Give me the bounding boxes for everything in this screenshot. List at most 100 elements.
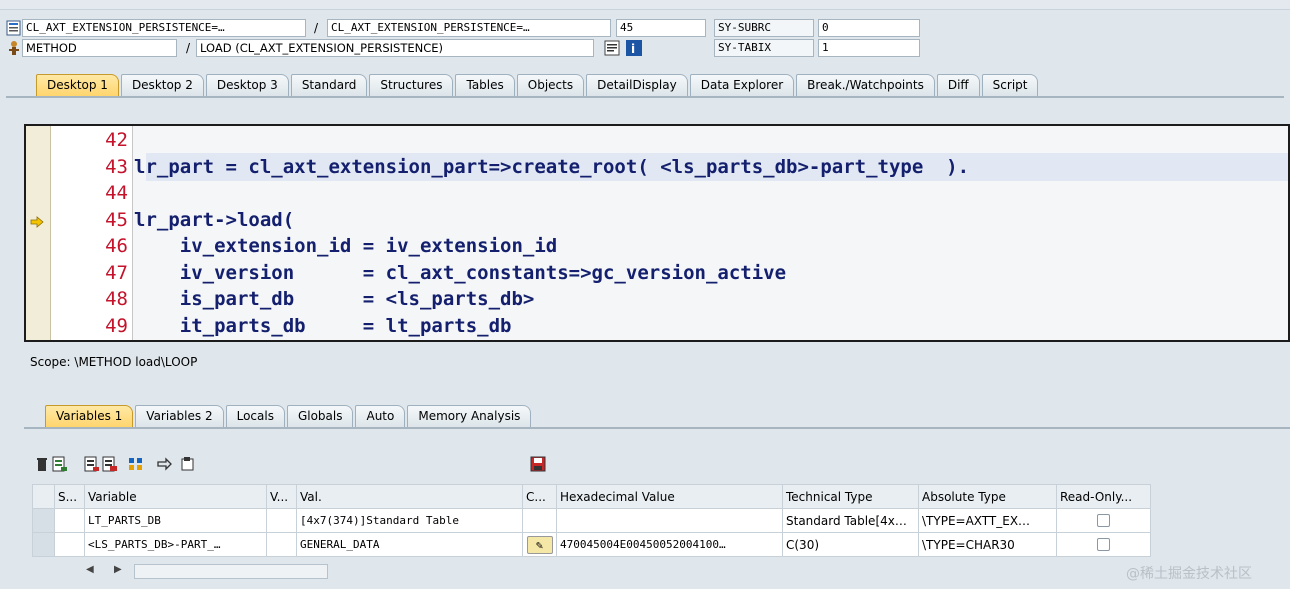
code-line[interactable]: iv_version = cl_axt_constants=>gc_versio… (134, 262, 786, 284)
column-header[interactable]: Read-Only... (1056, 484, 1151, 509)
column-header[interactable]: V... (266, 484, 297, 509)
tab-desktop-3[interactable]: Desktop 3 (205, 74, 289, 96)
line-number: 43 (105, 155, 128, 178)
code-line[interactable]: is_part_db = <ls_parts_db> (134, 288, 535, 310)
program-field[interactable]: CL_AXT_EXTENSION_PERSISTENCE=… (22, 19, 306, 37)
line-number-field[interactable]: 45 (616, 19, 706, 37)
variable-cell[interactable]: <LS_PARTS_DB>-PART_… (84, 532, 267, 557)
code-line[interactable]: lr_part->load( (134, 209, 294, 231)
include-field[interactable]: CL_AXT_EXTENSION_PERSISTENCE=… (327, 19, 611, 37)
tab-divider (24, 427, 1290, 429)
tab-diff[interactable]: Diff (936, 74, 980, 96)
code-line[interactable]: it_dtl_db = lt_dtl_db (134, 341, 489, 342)
tab-desktop-1[interactable]: Desktop 1 (36, 74, 119, 96)
table-row[interactable]: LT_PARTS_DB [4x7(374)]Standard Table Sta… (32, 508, 1151, 533)
event-type-field[interactable]: METHOD (22, 39, 177, 57)
pencil-icon[interactable]: ✎ (526, 535, 553, 554)
source-code-editor[interactable]: 42 43 lr_part = cl_axt_extension_part=>cre… (24, 124, 1290, 342)
change-cell: ✎ (522, 532, 557, 557)
tab-break-watchpoints[interactable]: Break./Watchpoints (796, 74, 935, 96)
code-line[interactable]: lr_part = cl_axt_extension_part=>create_… (134, 156, 969, 178)
event-field[interactable]: LOAD (CL_AXT_EXTENSION_PERSISTENCE) (196, 39, 594, 57)
column-header[interactable]: Hexadecimal Value (556, 484, 783, 509)
method-icon (9, 41, 19, 55)
tab-tables[interactable]: Tables (455, 74, 515, 96)
line-number: 46 (105, 235, 128, 257)
tab-data-explorer[interactable]: Data Explorer (689, 74, 795, 96)
line-number: 45 (105, 208, 128, 231)
tab-detaildisplay[interactable]: DetailDisplay (586, 74, 688, 96)
tab-locals[interactable]: Locals (225, 405, 285, 427)
read-only-cell (1056, 532, 1151, 557)
line-number: 47 (105, 261, 128, 284)
code-line[interactable]: it_parts_db = lt_parts_db (134, 315, 512, 337)
row-selector[interactable] (32, 532, 55, 557)
column-header[interactable]: Absolute Type (918, 484, 1057, 509)
watermark: @稀土掘金技术社区 (1126, 566, 1252, 582)
navigate-source-icon[interactable] (604, 40, 620, 56)
tab-structures[interactable]: Structures (369, 74, 454, 96)
tab-memory-analysis[interactable]: Memory Analysis (407, 405, 532, 427)
table-header: S... Variable V... Val. C... Hexadecimal… (32, 484, 1151, 509)
read-only-checkbox[interactable] (1097, 538, 1110, 552)
status-cell (54, 532, 85, 557)
info-icon[interactable]: i (626, 40, 642, 56)
tab-standard[interactable]: Standard (290, 74, 368, 96)
column-header[interactable]: S... (54, 484, 85, 509)
tab-globals[interactable]: Globals (286, 405, 354, 427)
hex-value-cell (556, 508, 783, 533)
append-row-icon[interactable] (84, 456, 100, 472)
sy-tabix-value[interactable]: 1 (818, 39, 920, 57)
scroll-right-icon[interactable]: ▶ (114, 564, 122, 575)
sysfield-label: SY-SUBRC (714, 19, 814, 37)
main-tab-bar: Desktop 1 Desktop 2 Desktop 3 Standard Struc… (36, 74, 1040, 96)
row-selector[interactable] (32, 508, 55, 533)
program-icon (6, 20, 21, 36)
row-selector-header[interactable] (32, 484, 55, 509)
code-line[interactable]: iv_extension_id = iv_extension_id (134, 235, 558, 257)
tab-auto[interactable]: Auto (355, 405, 406, 427)
delete-icon[interactable] (34, 456, 50, 472)
copy-icon[interactable] (180, 456, 196, 472)
v-cell (266, 508, 297, 533)
table-row[interactable]: <LS_PARTS_DB>-PART_… GENERAL_DATA ✎ 4700… (32, 532, 1151, 557)
variable-fast-display-icon[interactable] (128, 456, 144, 472)
scope-label: Scope: \METHOD load\LOOP (30, 355, 198, 369)
technical-type-cell: Standard Table[4x… (782, 508, 919, 533)
variables-tab-bar: Variables 1 Variables 2 Locals Globals Auto M… (45, 405, 533, 427)
column-header[interactable]: Variable (84, 484, 267, 509)
separator: / (314, 21, 319, 35)
tab-script[interactable]: Script (981, 74, 1039, 96)
tab-divider (6, 96, 1284, 98)
transfer-icon[interactable] (156, 456, 172, 472)
horizontal-scrollbar[interactable] (134, 564, 328, 579)
tab-desktop-2[interactable]: Desktop 2 (120, 74, 204, 96)
column-header[interactable]: Val. (296, 484, 523, 509)
v-cell (266, 532, 297, 557)
insert-row-icon[interactable] (52, 456, 68, 472)
absolute-type-cell: \TYPE=AXTT_EX… (918, 508, 1057, 533)
tab-objects[interactable]: Objects (516, 74, 585, 96)
current-statement-arrow-icon (30, 215, 44, 228)
technical-type-cell: C(30) (782, 532, 919, 557)
breakpoint-gutter[interactable] (26, 126, 51, 340)
save-icon[interactable] (530, 456, 546, 472)
line-number: 49 (105, 314, 128, 337)
value-cell[interactable]: GENERAL_DATA (296, 532, 523, 557)
delete-row-icon[interactable] (102, 456, 118, 472)
variable-cell[interactable]: LT_PARTS_DB (84, 508, 267, 533)
status-cell (54, 508, 85, 533)
scroll-left-icon[interactable]: ◀ (86, 564, 94, 575)
read-only-cell (1056, 508, 1151, 533)
value-cell[interactable]: [4x7(374)]Standard Table (296, 508, 523, 533)
line-number: 50 (51, 341, 131, 342)
separator: / (186, 41, 191, 55)
absolute-type-cell: \TYPE=CHAR30 (918, 532, 1057, 557)
sy-subrc-value[interactable]: 0 (818, 19, 920, 37)
read-only-checkbox[interactable] (1097, 514, 1110, 528)
tab-variables-2[interactable]: Variables 2 (135, 405, 224, 427)
column-header[interactable]: Technical Type (782, 484, 919, 509)
svg-text:i: i (631, 42, 635, 56)
tab-variables-1[interactable]: Variables 1 (45, 405, 134, 427)
column-header[interactable]: C... (522, 484, 557, 509)
